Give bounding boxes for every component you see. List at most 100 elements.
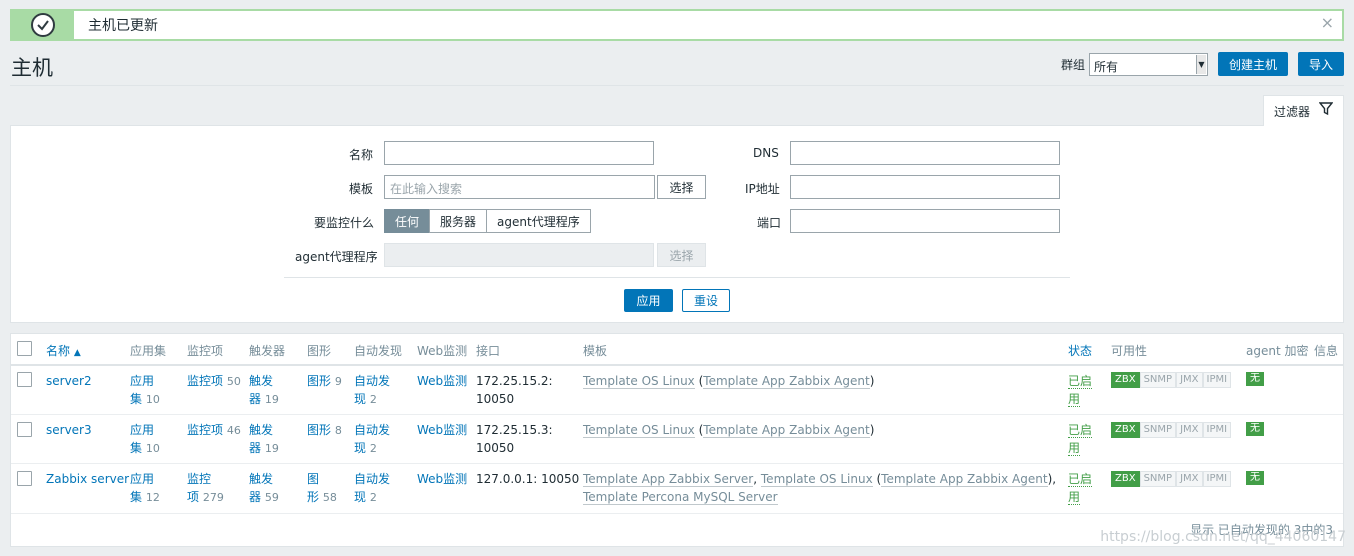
items-cell[interactable]: 监控项 46 xyxy=(187,421,241,440)
items-link[interactable]: 监控项 xyxy=(187,423,223,437)
reset-button[interactable]: 重设 xyxy=(682,289,730,312)
graphs-link[interactable]: 图形 xyxy=(307,423,331,437)
monitor-option-any[interactable]: 任何 xyxy=(384,209,431,233)
apps-cell[interactable]: 应用集 10 xyxy=(130,421,160,458)
header-name[interactable]: 名称 ▲ xyxy=(46,342,81,359)
discovery-link-cont[interactable]: 现 xyxy=(354,490,366,504)
template-link[interactable]: Template App Zabbix Agent xyxy=(703,374,870,389)
triggers-link[interactable]: 触发 xyxy=(249,374,273,388)
header-status[interactable]: 状态 xyxy=(1068,342,1092,359)
web-link[interactable]: Web监测 xyxy=(417,374,467,388)
apps-cell[interactable]: 应用集 12 xyxy=(130,470,160,507)
items-link[interactable]: 监控 xyxy=(187,472,211,486)
status-enabled[interactable]: 已启 xyxy=(1068,423,1093,438)
web-cell[interactable]: Web监测 xyxy=(417,372,467,390)
interface-port: 10050 xyxy=(476,392,515,406)
filter-tab[interactable]: 过滤器 xyxy=(1263,95,1344,126)
discovery-link[interactable]: 自动发 xyxy=(354,374,390,388)
select-all-checkbox[interactable] xyxy=(17,341,32,356)
triggers-link-cont[interactable]: 器 xyxy=(249,441,261,455)
template-link[interactable]: Template OS Linux xyxy=(583,374,695,389)
row-checkbox[interactable] xyxy=(17,372,32,387)
apps-link-cont[interactable]: 集 xyxy=(130,441,142,455)
status-enabled-cont[interactable]: 用 xyxy=(1068,490,1081,505)
discovery-cell[interactable]: 自动发现 2 xyxy=(354,470,390,507)
group-select[interactable]: 所有 ▼ xyxy=(1088,52,1208,76)
apps-link-cont[interactable]: 集 xyxy=(130,490,142,504)
apps-link[interactable]: 应用 xyxy=(130,423,154,437)
host-name[interactable]: Zabbix server xyxy=(46,470,129,488)
graphs-link[interactable]: 图形 xyxy=(307,374,331,388)
triggers-cell[interactable]: 触发器 19 xyxy=(249,421,279,458)
row-checkbox[interactable] xyxy=(17,471,32,486)
row-checkbox[interactable] xyxy=(17,422,32,437)
status-enabled-cont[interactable]: 用 xyxy=(1068,441,1081,456)
create-host-button[interactable]: 创建主机 xyxy=(1217,52,1288,76)
triggers-link-cont[interactable]: 器 xyxy=(249,392,261,406)
graphs-cell[interactable]: 图形 9 xyxy=(307,372,342,391)
discovery-link[interactable]: 自动发 xyxy=(354,423,390,437)
graphs-cell[interactable]: 图形 8 xyxy=(307,421,342,440)
host-name-link[interactable]: Zabbix server xyxy=(46,472,129,486)
apps-link[interactable]: 应用 xyxy=(130,374,154,388)
triggers-link[interactable]: 触发 xyxy=(249,423,273,437)
web-link[interactable]: Web监测 xyxy=(417,423,467,437)
triggers-cell[interactable]: 触发器 59 xyxy=(249,470,279,507)
items-cell[interactable]: 监控项 50 xyxy=(187,372,241,391)
status-enabled-cont[interactable]: 用 xyxy=(1068,392,1081,407)
web-link[interactable]: Web监测 xyxy=(417,472,467,486)
ip-input[interactable] xyxy=(790,175,1060,199)
apps-link-cont[interactable]: 集 xyxy=(130,392,142,406)
template-link[interactable]: Template OS Linux xyxy=(760,472,873,487)
import-button[interactable]: 导入 xyxy=(1297,52,1344,76)
host-name[interactable]: server2 xyxy=(46,372,92,390)
apps-link[interactable]: 应用 xyxy=(130,472,154,486)
discovery-link-cont[interactable]: 现 xyxy=(354,392,366,406)
apply-button[interactable]: 应用 xyxy=(624,289,673,312)
message-text: 主机已更新 xyxy=(88,18,158,34)
graphs-link[interactable]: 图 xyxy=(307,472,319,486)
items-link[interactable]: 监控项 xyxy=(187,374,223,388)
graphs-count: 8 xyxy=(334,424,342,437)
discovery-link-cont[interactable]: 现 xyxy=(354,441,366,455)
dns-input[interactable] xyxy=(790,141,1060,165)
web-cell[interactable]: Web监测 xyxy=(417,421,467,439)
status-enabled[interactable]: 已启 xyxy=(1068,472,1093,487)
host-name-link[interactable]: server2 xyxy=(46,374,92,388)
sort-asc-icon: ▲ xyxy=(73,348,81,358)
apps-cell[interactable]: 应用集 10 xyxy=(130,372,160,409)
status-cell[interactable]: 已启用 xyxy=(1068,470,1093,506)
template-link[interactable]: Template App Zabbix Server xyxy=(583,472,754,487)
close-icon[interactable]: × xyxy=(1321,13,1334,32)
status-cell[interactable]: 已启用 xyxy=(1068,372,1093,408)
monitor-option-server[interactable]: 服务器 xyxy=(429,209,488,233)
template-link[interactable]: Template App Zabbix Agent xyxy=(703,423,870,438)
items-link-cont[interactable]: 项 xyxy=(187,490,199,504)
triggers-link-cont[interactable]: 器 xyxy=(249,490,261,504)
template-link[interactable]: Template OS Linux xyxy=(583,423,695,438)
jmx-badge: JMX xyxy=(1176,372,1203,388)
port-input[interactable] xyxy=(790,209,1060,233)
name-input[interactable] xyxy=(384,141,654,165)
triggers-cell[interactable]: 触发器 19 xyxy=(249,372,279,409)
template-link[interactable]: Template Percona MySQL Server xyxy=(583,490,778,505)
status-cell[interactable]: 已启用 xyxy=(1068,421,1093,457)
discovery-cell[interactable]: 自动发现 2 xyxy=(354,421,390,458)
host-name-link[interactable]: server3 xyxy=(46,423,92,437)
discovery-link[interactable]: 自动发 xyxy=(354,472,390,486)
template-select-button[interactable]: 选择 xyxy=(657,175,706,199)
graphs-cell[interactable]: 图形 58 xyxy=(307,470,337,507)
discovery-cell[interactable]: 自动发现 2 xyxy=(354,372,390,409)
interface-cell: 127.0.0.1: 10050 xyxy=(476,470,579,488)
items-cell[interactable]: 监控项 279 xyxy=(187,470,224,507)
host-name[interactable]: server3 xyxy=(46,421,92,439)
filter-icon xyxy=(1318,102,1334,119)
graphs-link-cont[interactable]: 形 xyxy=(307,490,319,504)
monitor-option-agent[interactable]: agent代理程序 xyxy=(486,209,591,233)
template-input[interactable]: 在此输入搜索 xyxy=(384,175,655,199)
template-link[interactable]: Template App Zabbix Agent xyxy=(881,472,1048,487)
header-apps: 应用集 xyxy=(130,344,167,358)
status-enabled[interactable]: 已启 xyxy=(1068,374,1093,389)
triggers-link[interactable]: 触发 xyxy=(249,472,273,486)
web-cell[interactable]: Web监测 xyxy=(417,470,467,488)
